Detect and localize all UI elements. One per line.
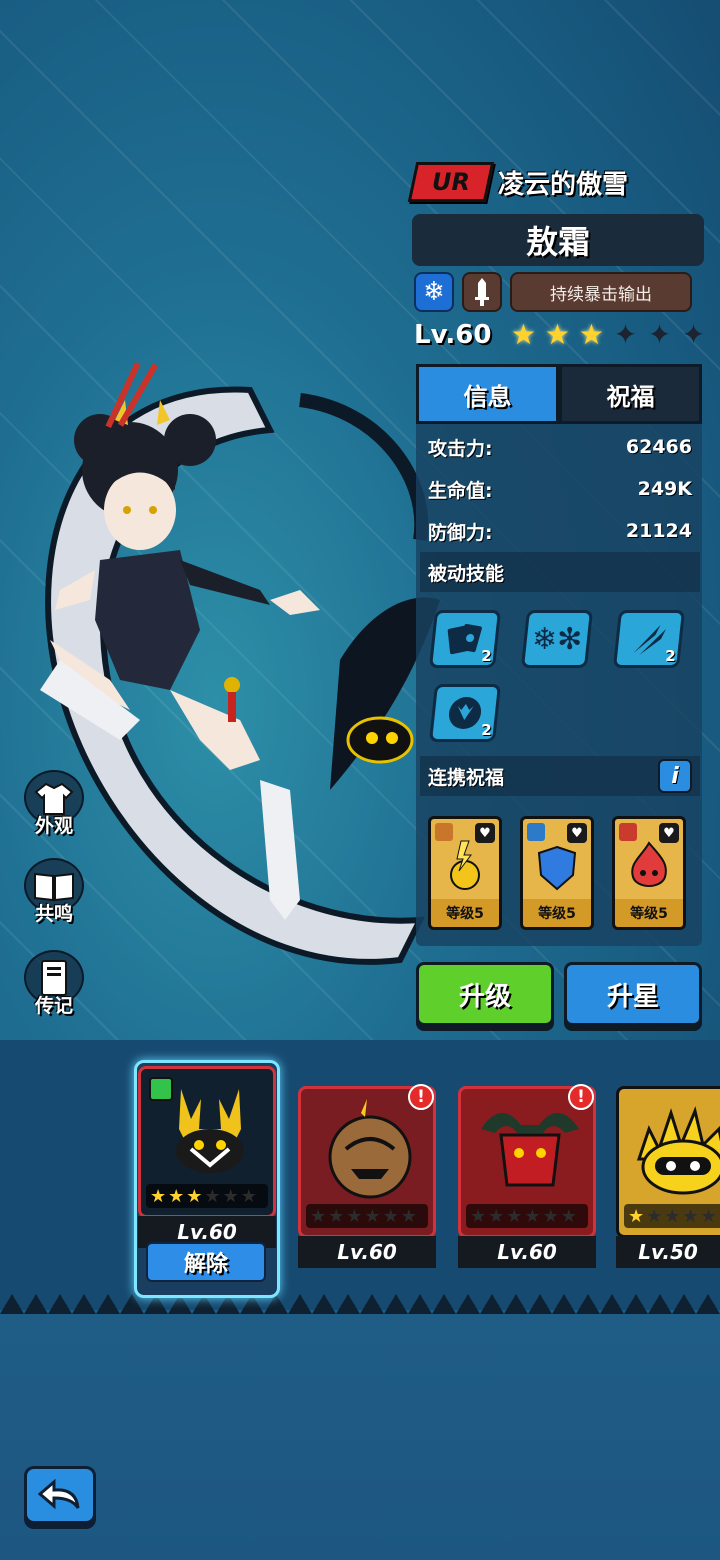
side-label: 外观 [34, 815, 73, 837]
alert-badge: ! [568, 1084, 594, 1110]
roster-card-selected[interactable]: ★ ★ ★ ★ ★ ★ Lv.60 [138, 1066, 276, 1250]
star-empty-icon: ✦ [681, 318, 706, 351]
card-stars: ★ ★ ★ ★ ★ ★ [306, 1204, 428, 1228]
star-icon: ★ [578, 318, 605, 351]
roster-card[interactable]: ! ★ ★ ★ ★ ★ ★ Lv.60 [458, 1084, 596, 1270]
spike-border [0, 1294, 720, 1314]
bottom-area [0, 1310, 720, 1560]
rarity-row: UR 凌云的傲雪 [407, 162, 629, 202]
passive-title: 被动技能 [428, 562, 505, 585]
side-button-biography[interactable]: 传记 [20, 950, 88, 1018]
roster-card[interactable]: ★ ★ ★ ★ ★ Lv.50 [616, 1086, 720, 1270]
team-icon [149, 1077, 173, 1101]
card-stars: ★ ★ ★ ★ ★ ★ [466, 1204, 588, 1228]
tab-blessing[interactable]: 祝福 [559, 364, 702, 424]
bond-card[interactable]: ♥ 等级5 [612, 816, 686, 930]
stat-value: 249K [637, 478, 692, 500]
stat-value: 62466 [625, 436, 692, 458]
snowflakes-icon: ❄✻ [531, 621, 583, 657]
bond-title: 连携祝福 [428, 766, 505, 789]
tab-info[interactable]: 信息 [416, 364, 559, 424]
card-level: Lv.50 [616, 1236, 720, 1268]
stat-value: 21124 [625, 520, 692, 542]
star-empty-icon: ✦ [647, 318, 672, 351]
upgrade-button[interactable]: 升级 [416, 962, 554, 1026]
hero-level: Lv.60 [414, 320, 492, 350]
rarity-badge: UR [407, 162, 495, 202]
side-label: 传记 [34, 995, 73, 1017]
stat-label: 攻击力: [428, 437, 493, 460]
bond-card[interactable]: ♥ 等级5 [520, 816, 594, 930]
skill-cards[interactable]: 2 [428, 610, 502, 668]
stat-row-defense: 防御力: 21124 [420, 512, 700, 550]
bond-header: 连携祝福 i [420, 756, 700, 796]
info-button[interactable]: i [658, 759, 692, 793]
passive-header: 被动技能 [420, 552, 700, 592]
hero-tags: ❄ 持续暴击输出 [414, 272, 692, 312]
card-stars: ★ ★ ★ ★ ★ [624, 1204, 720, 1228]
star-up-button[interactable]: 升星 [564, 962, 702, 1026]
back-arrow-icon [38, 1478, 80, 1510]
book-icon [34, 872, 74, 901]
skill-count: 2 [480, 647, 492, 665]
star-icon: ★ [510, 318, 537, 351]
skill-count: 2 [480, 721, 492, 739]
alert-badge: ! [408, 1084, 434, 1110]
heart-icon: ♥ [475, 823, 495, 843]
star-empty-icon: ✦ [613, 318, 638, 351]
roster-card[interactable]: ! ★ ★ ★ ★ ★ ★ Lv.60 [298, 1084, 436, 1270]
card-level: Lv.60 [298, 1236, 436, 1268]
star-icon: ★ [544, 318, 571, 351]
level-row: Lv.60 ★ ★ ★ ✦ ✦ ✦ [414, 320, 707, 350]
heart-icon: ♥ [567, 823, 587, 843]
skill-count: 2 [664, 647, 676, 665]
bond-level: 等级5 [615, 899, 683, 927]
hero-name: 敖霜 [412, 214, 704, 266]
side-label: 共鸣 [34, 903, 73, 925]
tab-bar: 信息 祝福 [416, 364, 702, 424]
skill-claw[interactable]: 2 [612, 610, 686, 668]
card-stars: ★ ★ ★ ★ ★ ★ [146, 1184, 268, 1208]
role-tag[interactable]: 持续暴击输出 [510, 272, 692, 312]
hero-title: 凌云的傲雪 [498, 169, 629, 200]
remove-button[interactable]: 解除 [146, 1242, 266, 1282]
stat-label: 防御力: [428, 521, 493, 544]
skill-dragon[interactable]: 2 [428, 684, 502, 742]
side-button-resonance[interactable]: 共鸣 [20, 858, 88, 926]
bond-card[interactable]: ♥ 等级5 [428, 816, 502, 930]
side-button-appearance[interactable]: 外观 [20, 770, 88, 838]
stat-row-hp: 生命值: 249K [420, 470, 700, 508]
card-level: Lv.60 [458, 1236, 596, 1268]
stat-label: 生命值: [428, 479, 493, 502]
stat-row-attack: 攻击力: 62466 [420, 428, 700, 466]
spiky-critter-portrait [636, 1106, 720, 1195]
bond-level: 等级5 [523, 899, 591, 927]
snowflake-icon[interactable]: ❄ [414, 272, 454, 312]
heart-icon: ♥ [659, 823, 679, 843]
skill-snowflakes[interactable]: ❄✻ [520, 610, 594, 668]
back-button[interactable] [24, 1466, 96, 1524]
bond-level: 等级5 [431, 899, 499, 927]
sword-icon[interactable] [462, 272, 502, 312]
